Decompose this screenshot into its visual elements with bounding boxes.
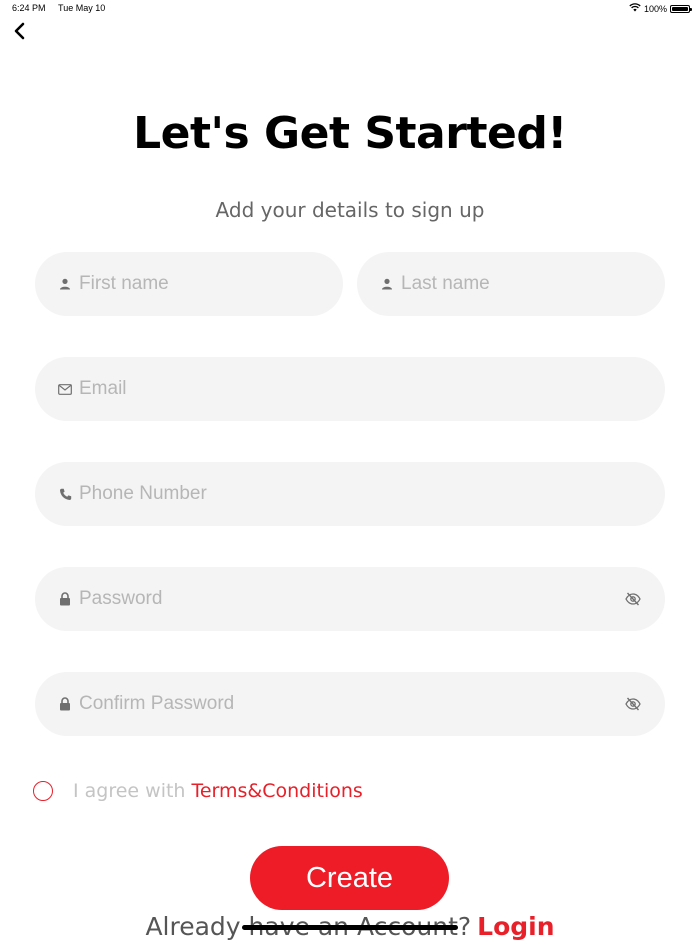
last-name-placeholder: Last name <box>401 273 490 294</box>
first-name-placeholder: First name <box>79 273 169 294</box>
home-indicator <box>242 925 458 930</box>
last-name-field[interactable]: Last name <box>357 252 665 316</box>
lock-icon <box>57 696 73 712</box>
status-bar-right: 100% <box>629 3 692 14</box>
confirm-password-field[interactable]: Confirm Password <box>35 672 665 736</box>
phone-field[interactable]: Phone Number <box>35 462 665 526</box>
person-icon <box>379 276 395 292</box>
chevron-left-icon <box>12 22 26 44</box>
eye-slash-icon[interactable] <box>623 589 643 609</box>
terms-link[interactable]: Terms&Conditions <box>191 780 362 802</box>
envelope-icon <box>57 381 73 397</box>
create-button[interactable]: Create <box>250 846 449 910</box>
terms-row: I agree with Terms&Conditions <box>33 780 363 802</box>
login-link[interactable]: Login <box>477 912 554 941</box>
password-field[interactable]: Password <box>35 567 665 631</box>
phone-placeholder: Phone Number <box>79 483 207 504</box>
terms-checkbox[interactable] <box>33 781 53 801</box>
page-title: Let's Get Started! <box>133 108 567 159</box>
status-bar-left: 6:24 PM Tue May 10 <box>12 3 105 13</box>
battery-level <box>672 6 688 11</box>
battery-percent: 100% <box>643 3 667 14</box>
first-name-field[interactable]: First name <box>35 252 343 316</box>
phone-icon <box>57 486 73 502</box>
confirm-password-placeholder: Confirm Password <box>79 693 235 714</box>
status-time: 6:24 PM <box>12 3 46 13</box>
email-placeholder: Email <box>79 378 127 399</box>
person-icon <box>57 276 73 292</box>
back-button[interactable] <box>8 22 30 44</box>
email-field[interactable]: Email <box>35 357 665 421</box>
lock-icon <box>57 591 73 607</box>
page-subtitle: Add your details to sign up <box>215 198 485 222</box>
wifi-icon <box>629 3 641 14</box>
terms-prefix: I agree with <box>73 780 186 802</box>
password-placeholder: Password <box>79 588 163 609</box>
eye-slash-icon[interactable] <box>623 694 643 714</box>
battery-icon <box>670 4 692 13</box>
status-date: Tue May 10 <box>58 3 106 13</box>
